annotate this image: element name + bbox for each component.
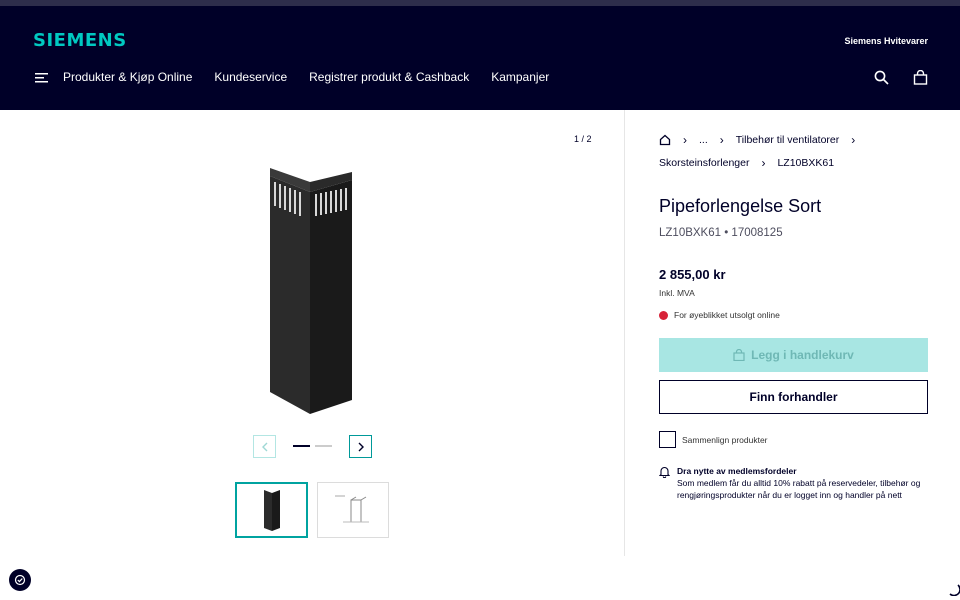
- gallery-next-button[interactable]: [349, 435, 372, 458]
- member-benefits-body: Dra nytte av medlemsfordeler Som medlem …: [677, 465, 929, 501]
- breadcrumb-current: LZ10BXK61: [777, 157, 835, 169]
- chevron-left-icon: [261, 442, 267, 451]
- compare-option[interactable]: Sammenlign produkter: [659, 431, 768, 448]
- compare-label: Sammenlign produkter: [682, 434, 768, 445]
- chevron-right-icon: ›: [719, 133, 724, 147]
- product-sku: LZ10BXK61 • 17008125: [659, 227, 783, 239]
- product-image: [270, 168, 352, 414]
- site-header: SIEMENS Siemens Hvitevarer Produkter & K…: [0, 6, 960, 110]
- search-icon[interactable]: [874, 70, 889, 85]
- chevron-right-icon: ›: [851, 133, 856, 147]
- column-divider: [624, 110, 625, 556]
- member-benefits-text: Som medlem får du alltid 10% rabatt på r…: [677, 478, 921, 500]
- status-dot-icon: [659, 310, 668, 320]
- chevron-right-icon: ›: [683, 133, 687, 147]
- home-icon[interactable]: [659, 134, 671, 146]
- nav-item-customer-service[interactable]: Kundeservice: [214, 70, 287, 84]
- add-to-cart-button[interactable]: Legg i handlekurv: [659, 338, 928, 372]
- breadcrumb-level2[interactable]: Skorsteinsforlenger: [659, 157, 749, 169]
- stock-status-text: For øyeblikket utsolgt online: [674, 310, 780, 320]
- chevron-right-icon: ›: [761, 156, 766, 170]
- siemens-logo[interactable]: SIEMENS: [33, 30, 127, 51]
- main-nav: Produkter & Kjøp Online Kundeservice Reg…: [63, 70, 549, 84]
- add-to-cart-label: Legg i handlekurv: [751, 348, 854, 362]
- chevron-right-icon: [358, 442, 364, 451]
- gallery-thumbnail-1[interactable]: [235, 482, 308, 538]
- member-benefits-title: Dra nytte av medlemsfordeler: [677, 466, 797, 476]
- find-dealer-label: Finn forhandler: [749, 390, 838, 404]
- nav-item-register-product[interactable]: Registrer produkt & Cashback: [309, 70, 469, 84]
- bell-icon: [659, 466, 670, 478]
- nav-item-products[interactable]: Produkter & Kjøp Online: [63, 70, 192, 84]
- gallery-indicator-active[interactable]: [293, 445, 310, 447]
- find-dealer-button[interactable]: Finn forhandler: [659, 380, 928, 414]
- brand-link[interactable]: Siemens Hvitevarer: [844, 36, 928, 46]
- compare-checkbox[interactable]: [659, 431, 676, 448]
- gallery-indicator[interactable]: [315, 445, 332, 447]
- loading-spinner-icon: [949, 584, 960, 596]
- gallery-prev-button[interactable]: [253, 435, 276, 458]
- breadcrumb-ellipsis[interactable]: ...: [699, 134, 708, 146]
- menu-icon[interactable]: [35, 73, 48, 83]
- breadcrumb: › ... › Tilbehør til ventilatorer ›: [659, 133, 855, 147]
- vat-note: Inkl. MVA: [659, 288, 695, 298]
- thumbnail-product-image: [263, 490, 280, 531]
- product-price: 2 855,00 kr: [659, 267, 726, 282]
- thumbnail-drawing-image: [335, 495, 369, 523]
- cart-icon[interactable]: [913, 70, 928, 85]
- stock-status: For øyeblikket utsolgt online: [659, 310, 780, 320]
- cart-icon: [733, 349, 745, 361]
- breadcrumb-row2: Skorsteinsforlenger › LZ10BXK61: [659, 156, 834, 170]
- shield-check-icon: [14, 574, 26, 586]
- chat-icon[interactable]: [9, 569, 31, 591]
- breadcrumb-level1[interactable]: Tilbehør til ventilatorer: [736, 134, 839, 146]
- product-title: Pipeforlengelse Sort: [659, 196, 822, 216]
- gallery-counter: 1 / 2: [574, 134, 592, 144]
- member-benefits: Dra nytte av medlemsfordeler Som medlem …: [659, 465, 929, 501]
- nav-item-campaigns[interactable]: Kampanjer: [491, 70, 549, 84]
- gallery-thumbnail-2[interactable]: [317, 482, 389, 538]
